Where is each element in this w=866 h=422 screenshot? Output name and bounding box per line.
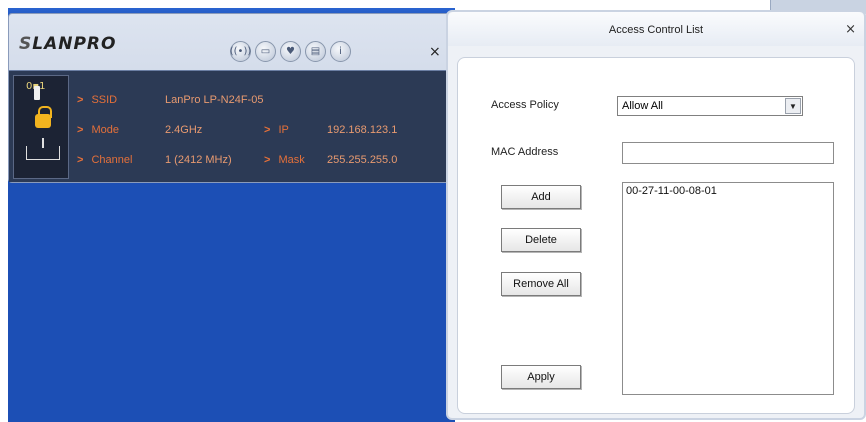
lanpro-utility-window: SLANPRO ((•)) ▭ ♥ ▤ i × 0▪1 > SSID LanPro… xyxy=(8,13,455,183)
access-control-list-dialog: Access Control List × Access Policy Allo… xyxy=(446,10,866,420)
info-icon[interactable]: i xyxy=(330,41,351,62)
mode-row: > Mode xyxy=(77,124,119,136)
mode-value: 2.4GHz xyxy=(165,124,203,136)
status-panel: 0▪1 > SSID LanPro LP-N24F-05 > Mode 2.4GHz… xyxy=(9,70,454,182)
ssid-label: SSID xyxy=(91,94,118,106)
ip-label: IP xyxy=(278,124,289,136)
channel-label: Channel xyxy=(91,154,133,166)
network-icon[interactable]: ▭ xyxy=(255,41,276,62)
access-policy-label: Access Policy xyxy=(491,99,559,111)
ssid-row: > SSID xyxy=(77,94,117,106)
mode-label: Mode xyxy=(91,124,119,136)
mac-address-input[interactable] xyxy=(622,142,834,164)
ip-value: 192.168.123.1 xyxy=(327,124,398,136)
ip-row: > IP xyxy=(264,124,289,136)
remove-all-button[interactable]: Remove All xyxy=(501,272,581,296)
arrow-icon: > xyxy=(264,154,271,166)
signal-bar-icon xyxy=(34,86,40,100)
screen: SLANPRO ((•)) ▭ ♥ ▤ i × 0▪1 > SSID LanPro… xyxy=(0,0,866,422)
mask-label: Mask xyxy=(278,154,305,166)
ssid-value: LanPro LP-N24F-05 xyxy=(165,94,264,106)
dialog-body: Access Policy Allow All ▼ MAC Address Ad… xyxy=(457,57,855,414)
access-policy-value: Allow All xyxy=(622,100,663,112)
mac-address-list[interactable]: 00-27-11-00-08-01 xyxy=(622,182,834,395)
toolbar-icons: ((•)) ▭ ♥ ▤ i xyxy=(230,41,351,62)
channel-row: > Channel xyxy=(77,154,132,166)
document-icon[interactable]: ▤ xyxy=(305,41,326,62)
apply-button[interactable]: Apply xyxy=(501,365,581,389)
arrow-icon: > xyxy=(77,124,84,136)
arrow-icon: > xyxy=(264,124,271,136)
channel-value: 1 (2412 MHz) xyxy=(165,154,232,166)
lanpro-logo: SLANPRO xyxy=(19,34,117,54)
mask-value: 255.255.255.0 xyxy=(327,154,398,166)
delete-button[interactable]: Delete xyxy=(501,228,581,252)
add-button[interactable]: Add xyxy=(501,185,581,209)
status-icons-column: 0▪1 xyxy=(13,75,69,179)
lanpro-close-button[interactable]: × xyxy=(429,44,441,60)
dialog-titlebar: Access Control List × xyxy=(448,12,864,46)
mac-address-label: MAC Address xyxy=(491,146,559,158)
arrow-icon: > xyxy=(77,94,84,106)
heart-icon[interactable]: ♥ xyxy=(280,41,301,62)
lock-icon xyxy=(35,106,52,128)
access-policy-select[interactable]: Allow All ▼ xyxy=(617,96,803,116)
dialog-title: Access Control List xyxy=(608,24,704,36)
dialog-close-button[interactable]: × xyxy=(845,22,856,37)
wireless-icon[interactable]: ((•)) xyxy=(230,41,251,62)
mask-row: > Mask xyxy=(264,154,305,166)
chevron-down-icon[interactable]: ▼ xyxy=(785,98,801,114)
list-item[interactable]: 00-27-11-00-08-01 xyxy=(626,185,830,197)
arrow-icon: > xyxy=(77,154,84,166)
network-link-icon xyxy=(26,138,60,160)
